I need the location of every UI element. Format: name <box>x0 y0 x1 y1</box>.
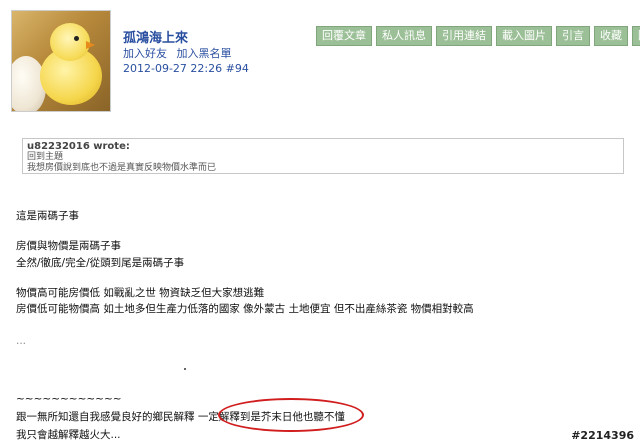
content-line: 我只會越解釋越火大... <box>16 429 121 441</box>
content-line: 這是兩碼子事 <box>16 210 79 222</box>
chick-eye <box>74 36 79 41</box>
add-blacklist-link[interactable]: 加入黑名單 <box>177 47 232 60</box>
content-line: 房價低可能物價高 如土地多但生產力低落的國家 像外蒙古 土地便宜 但不出產絲茶瓷… <box>16 303 474 315</box>
user-links: 加入好友 加入黑名單 <box>123 45 238 61</box>
post-meta: 2012-09-27 22:26 #94 <box>123 62 249 75</box>
quote-line: 我想房價說到底也不過是真實反映物價水準而已 <box>27 163 217 173</box>
stray-dot <box>184 368 186 370</box>
reply-button[interactable]: 回覆文章 <box>316 26 372 46</box>
chick-head <box>50 23 90 61</box>
add-friend-link[interactable]: 加入好友 <box>123 47 167 60</box>
image-watermark: #2214396 <box>571 429 634 442</box>
annotation-circle <box>218 398 364 432</box>
content-line: 房價與物價是兩碼子事 <box>16 240 121 252</box>
favorite-button[interactable]: 收藏 <box>594 26 628 46</box>
post-action-bar: 回覆文章 私人訊息 引用連結 載入圖片 引言 收藏 回報 <box>316 26 640 46</box>
user-avatar[interactable] <box>11 10 111 112</box>
content-line: 全然/徹底/完全/從頭到尾是兩碼子事 <box>16 257 185 269</box>
quote-button[interactable]: 引言 <box>556 26 590 46</box>
quote-header: u82232016 wrote: <box>27 141 130 152</box>
post-number[interactable]: #94 <box>226 62 249 75</box>
quote-line: 回到主題 <box>27 152 64 162</box>
report-button[interactable]: 回報 <box>632 26 640 46</box>
quote-box: u82232016 wrote: 回到主題 我想房價說到底也不過是真實反映物價水… <box>22 138 624 174</box>
chick-beak <box>86 41 95 49</box>
post-time: 2012-09-27 22:26 <box>123 62 223 75</box>
content-line: 物價高可能房價低 如戰亂之世 物資缺乏但大家想逃難 <box>16 287 265 299</box>
quote-link-button[interactable]: 引用連結 <box>436 26 492 46</box>
private-message-button[interactable]: 私人訊息 <box>376 26 432 46</box>
content-line: ~~~~~~~~~~~~ <box>16 393 122 405</box>
username-link[interactable]: 孤鴻海上來 <box>123 27 188 46</box>
load-images-button[interactable]: 載入圖片 <box>496 26 552 46</box>
content-line: ... <box>16 335 27 347</box>
